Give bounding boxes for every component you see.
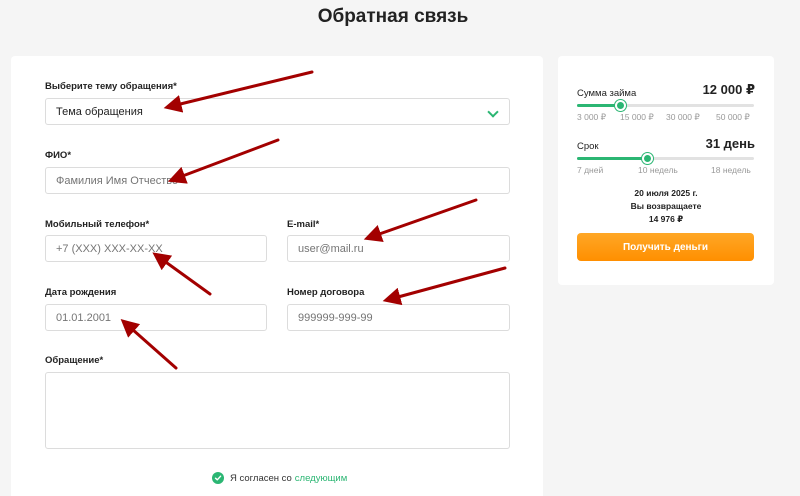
term-tick: 7 дней <box>577 165 604 175</box>
chevron-down-icon <box>487 106 499 118</box>
fio-input[interactable] <box>45 167 510 194</box>
term-slider-fill <box>577 157 648 160</box>
return-date: 20 июля 2025 г. <box>634 188 698 198</box>
contract-label: Номер договора <box>287 287 365 298</box>
phone-input[interactable] <box>45 235 267 262</box>
return-value: 14 976 ₽ <box>648 214 684 224</box>
term-slider-thumb[interactable] <box>641 153 653 164</box>
amount-value: 12 000 ₽ <box>702 82 755 97</box>
message-textarea[interactable] <box>45 372 510 449</box>
message-label: Обращение* <box>45 355 104 366</box>
amount-tick: 30 000 ₽ <box>666 112 700 122</box>
consent-link[interactable]: следующим <box>295 473 347 484</box>
birthdate-label: Дата рождения <box>45 287 117 298</box>
amount-slider[interactable] <box>577 100 754 111</box>
fio-label: ФИО* <box>45 150 72 161</box>
term-slider[interactable] <box>577 153 754 164</box>
term-tick: 18 недель <box>711 165 751 175</box>
amount-slider-thumb[interactable] <box>615 100 627 111</box>
amount-tick: 50 000 ₽ <box>716 112 750 122</box>
email-label: E-mail* <box>287 219 320 230</box>
consent-text: Я согласен со <box>230 472 292 484</box>
page-title: Обратная связь <box>317 6 469 27</box>
contract-input[interactable] <box>287 304 510 331</box>
feedback-form: Выберите тему обращения* Тема обращения … <box>11 56 543 496</box>
check-icon[interactable] <box>212 472 224 484</box>
get-money-button[interactable]: Получить деньги <box>577 233 754 261</box>
amount-tick: 3 000 ₽ <box>577 112 607 122</box>
term-value: 31 день <box>705 136 755 151</box>
return-label: Вы возвращаете <box>630 201 702 211</box>
birthdate-input[interactable] <box>45 304 267 331</box>
topic-label: Выберите тему обращения* <box>45 81 177 92</box>
amount-tick: 15 000 ₽ <box>620 112 654 122</box>
phone-label: Мобильный телефон* <box>45 219 150 230</box>
topic-select[interactable]: Тема обращения <box>45 98 510 125</box>
email-input[interactable] <box>287 235 510 262</box>
term-tick: 10 недель <box>638 165 678 175</box>
consent-row[interactable]: Я согласен со следующим <box>212 472 347 484</box>
topic-select-value: Тема обращения <box>56 105 143 118</box>
term-label: Срок <box>577 141 599 152</box>
loan-calculator: Сумма займа 12 000 ₽ 3 000 ₽ 15 000 ₽ 30… <box>558 56 774 285</box>
amount-label: Сумма займа <box>577 88 637 99</box>
